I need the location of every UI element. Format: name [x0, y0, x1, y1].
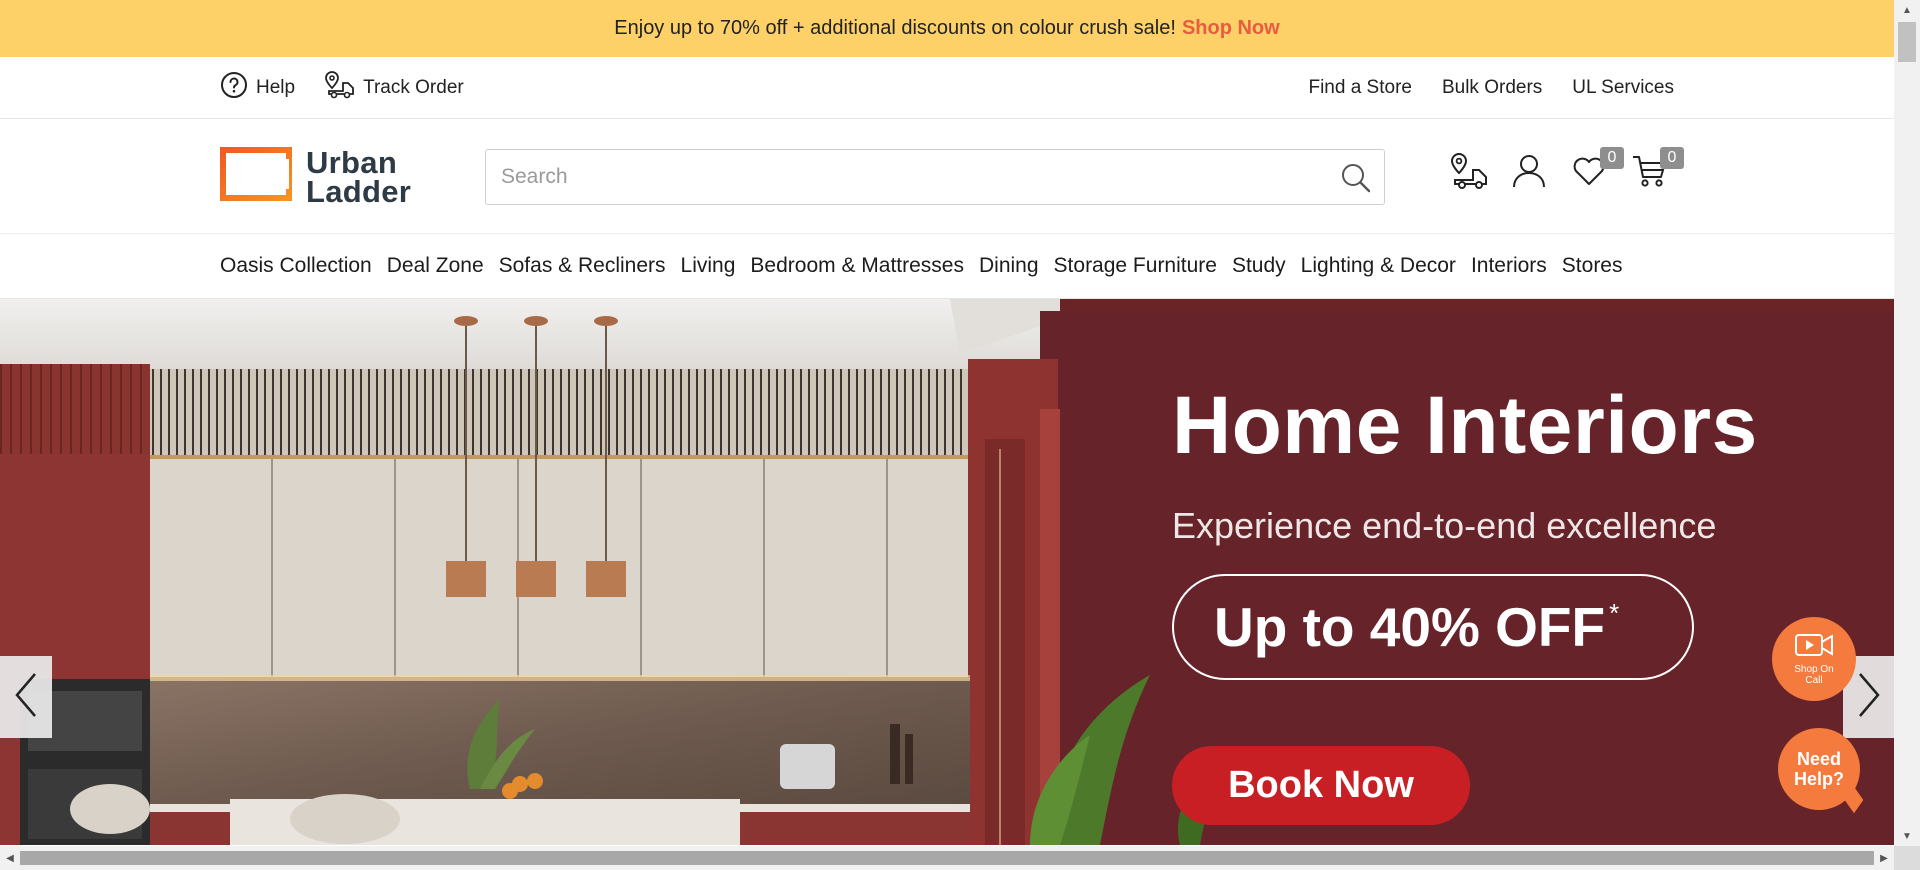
cart-count-badge: 0	[1660, 147, 1684, 169]
ul-services-link[interactable]: UL Services	[1572, 77, 1674, 99]
promo-text: Enjoy up to 70% off + additional discoun…	[614, 17, 1176, 39]
store-locator-button[interactable]	[1450, 149, 1488, 197]
nav-item-deal-zone[interactable]: Deal Zone	[387, 254, 484, 278]
shop-now-link[interactable]: Shop Now	[1182, 17, 1280, 40]
hero-title: Home Interiors	[1172, 380, 1758, 471]
nav-item-oasis-collection[interactable]: Oasis Collection	[220, 254, 372, 278]
utility-bar: Help Track Order Find a Store Bulk Order…	[0, 57, 1894, 119]
cart-button[interactable]: 0	[1630, 147, 1684, 197]
help-label: Help	[256, 77, 296, 98]
find-store-link[interactable]: Find a Store	[1308, 77, 1412, 99]
carousel-prev-button[interactable]	[0, 656, 52, 738]
scroll-down-arrow-icon[interactable]: ▼	[1894, 826, 1920, 846]
help-link[interactable]: Help	[220, 71, 295, 105]
promo-banner: Enjoy up to 70% off + additional discoun…	[0, 0, 1894, 57]
help-icon	[220, 71, 248, 105]
hero-offer-text: Up to 40% OFF	[1214, 596, 1606, 658]
horizontal-scrollbar[interactable]: ◀ ▶	[0, 846, 1894, 870]
logo-line-2: Ladder	[306, 173, 412, 209]
scroll-up-arrow-icon[interactable]: ▲	[1894, 0, 1920, 20]
shop-on-call-button[interactable]: Shop On Call	[1772, 617, 1856, 701]
nav-item-bedroom-mattresses[interactable]: Bedroom & Mattresses	[750, 254, 964, 278]
track-order-link[interactable]: Track Order	[323, 70, 464, 106]
category-nav: Oasis Collection Deal Zone Sofas & Recli…	[0, 234, 1894, 299]
hero-carousel: Home Interiors Experience end-to-end exc…	[0, 299, 1894, 845]
wishlist-button[interactable]: 0	[1570, 147, 1624, 197]
chevron-left-icon	[11, 670, 41, 725]
track-order-label: Track Order	[363, 77, 464, 98]
track-order-icon	[323, 70, 355, 106]
scroll-left-arrow-icon[interactable]: ◀	[0, 846, 20, 870]
need-help-label: Need Help?	[1793, 749, 1844, 789]
book-now-button[interactable]: Book Now	[1172, 746, 1470, 825]
user-icon	[1512, 153, 1546, 194]
shop-on-call-label: Shop On Call	[1794, 664, 1834, 686]
main-header: Urban Ladder Search 0 0	[0, 119, 1894, 234]
hero-offer-asterisk: *	[1609, 597, 1620, 628]
nav-item-sofas-recliners[interactable]: Sofas & Recliners	[499, 254, 666, 278]
vertical-scroll-thumb[interactable]	[1898, 22, 1916, 62]
nav-item-dining[interactable]: Dining	[979, 254, 1039, 278]
vertical-scrollbar[interactable]: ▲ ▼	[1894, 0, 1920, 846]
search-input[interactable]	[486, 150, 1306, 204]
nav-item-storage-furniture[interactable]: Storage Furniture	[1054, 254, 1217, 278]
nav-item-stores[interactable]: Stores	[1562, 254, 1623, 278]
nav-item-lighting-decor[interactable]: Lighting & Decor	[1301, 254, 1456, 278]
nav-item-study[interactable]: Study	[1232, 254, 1286, 278]
delivery-location-icon	[1449, 152, 1489, 195]
nav-item-living[interactable]: Living	[681, 254, 736, 278]
logo-mark-icon	[220, 147, 292, 206]
scrollbar-corner	[1894, 846, 1920, 870]
search-bar	[485, 149, 1385, 205]
need-help-chat-button[interactable]: Need Help?	[1778, 728, 1860, 810]
urban-ladder-logo[interactable]: Urban Ladder	[220, 144, 412, 209]
chevron-right-icon	[1854, 670, 1884, 725]
hero-offer-pill: Up to 40% OFF *	[1172, 574, 1694, 680]
search-icon[interactable]	[1340, 162, 1372, 199]
horizontal-scroll-thumb[interactable]	[20, 851, 1874, 865]
hero-subtitle: Experience end-to-end excellence	[1172, 505, 1717, 546]
logo-wordmark: Urban Ladder	[306, 144, 412, 209]
video-call-icon	[1794, 632, 1834, 661]
scroll-right-arrow-icon[interactable]: ▶	[1874, 846, 1894, 870]
logo-line-1: Urban	[306, 144, 398, 180]
nav-item-interiors[interactable]: Interiors	[1471, 254, 1547, 278]
wishlist-count-badge: 0	[1600, 147, 1624, 169]
bulk-orders-link[interactable]: Bulk Orders	[1442, 77, 1542, 99]
browser-viewport: Enjoy up to 70% off + additional discoun…	[0, 0, 1894, 846]
account-button[interactable]	[1510, 149, 1548, 197]
